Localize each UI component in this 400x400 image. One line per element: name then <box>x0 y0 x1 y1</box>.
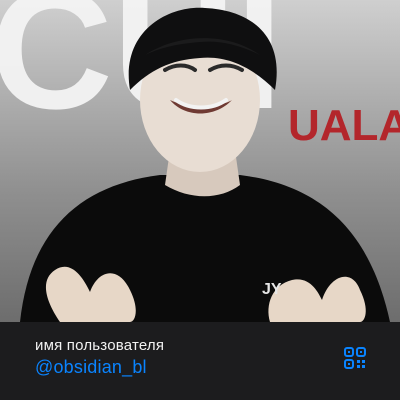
person-figure: JY <box>20 7 390 322</box>
qr-code-icon-graphic <box>344 347 366 369</box>
username-link[interactable]: @obsidian_bl <box>35 357 147 378</box>
profile-photo: CUI UALA JY <box>0 0 400 322</box>
qr-code-icon[interactable] <box>343 346 367 370</box>
svg-text:JY: JY <box>262 281 282 298</box>
profile-screen: CUI UALA JY <box>0 0 400 400</box>
username-field-label: имя пользователя <box>35 337 165 354</box>
